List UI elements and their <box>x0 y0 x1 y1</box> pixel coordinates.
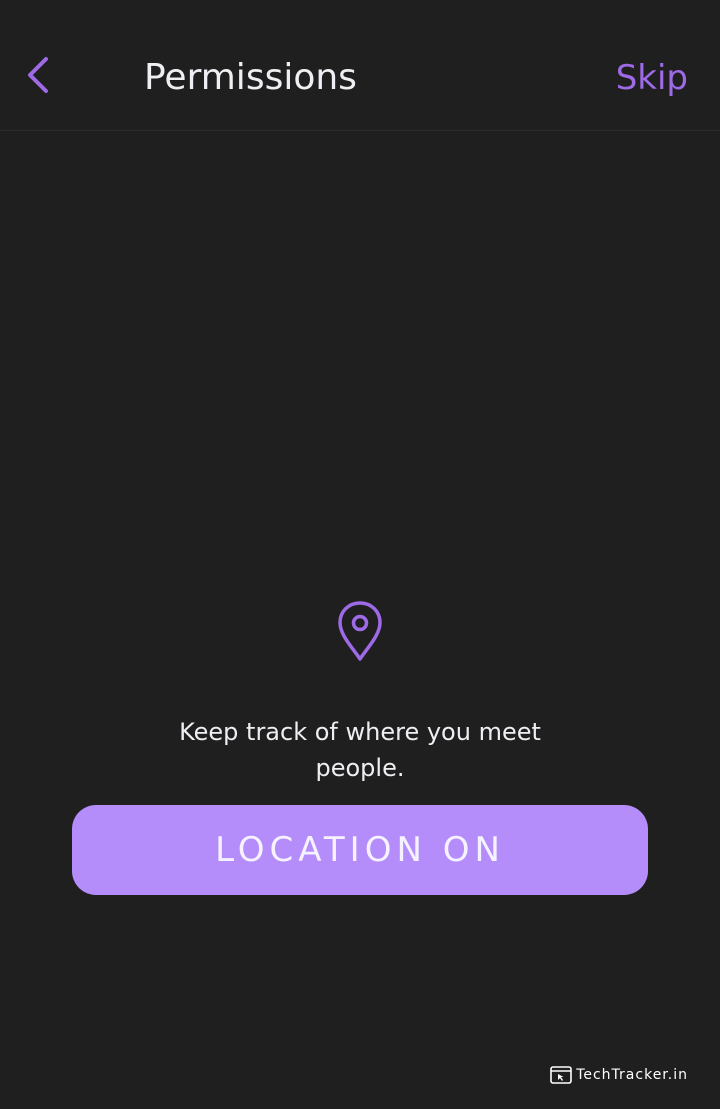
skip-button[interactable]: Skip <box>616 54 688 102</box>
watermark-text: TechTracker.in <box>576 1067 688 1083</box>
description-line-2: people. <box>315 754 405 782</box>
browser-window-icon <box>550 1066 573 1084</box>
location-on-button[interactable]: LOCATION ON <box>72 805 648 895</box>
location-on-label: LOCATION ON <box>215 830 505 870</box>
watermark: TechTracker.in <box>550 1066 688 1084</box>
description-line-1: Keep track of where you meet <box>179 718 541 746</box>
chevron-left-icon <box>28 57 48 93</box>
location-pin-icon <box>338 601 382 661</box>
location-description: Keep track of where you meet people. <box>150 714 570 786</box>
top-bar: Permissions Skip <box>0 0 720 131</box>
back-button[interactable] <box>22 50 62 100</box>
page-title: Permissions <box>144 57 357 98</box>
